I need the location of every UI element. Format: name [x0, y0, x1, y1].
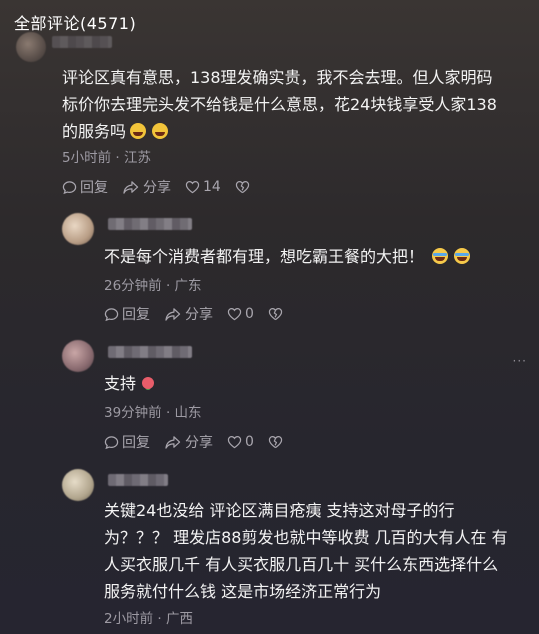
avatar[interactable] [62, 469, 94, 501]
comment-line: 的服务吗 [62, 122, 127, 141]
comment-text: 不是每个消费者都有理，想吃霸王餐的大把！ [104, 243, 471, 270]
username-blurred[interactable] [52, 36, 112, 48]
heart-icon [227, 307, 242, 321]
avatar[interactable] [62, 340, 94, 372]
reply-button[interactable]: 回复 [62, 177, 108, 197]
broken-heart-icon [268, 435, 283, 449]
comment-actions: 回复 分享 14 [62, 177, 267, 197]
grin-sweat-icon [152, 123, 169, 139]
dislike-button[interactable] [268, 307, 286, 321]
comment-text: 评论区真有意思，138理发确实贵，我不会去理。但人家明码 标价你去理完头发不给钱… [62, 64, 532, 145]
rose-icon [142, 377, 155, 389]
username-blurred[interactable] [108, 218, 192, 230]
share-icon [123, 180, 139, 194]
laugh-cry-icon [432, 248, 449, 264]
comment-line: 服务就付什么钱 这是市场经济正常行为 [104, 582, 382, 601]
reply-label: 回复 [122, 307, 150, 323]
broken-heart-icon [235, 180, 250, 194]
share-button[interactable]: 分享 [164, 432, 213, 452]
dislike-button[interactable] [268, 435, 286, 449]
comment-line: 关键24也没给 评论区满目疮痍 支持这对母子的行 [104, 501, 455, 520]
comment-line: 人买衣服几千 有人买衣服几百几十 买什么东西选择什么 [104, 555, 499, 574]
heart-icon [227, 435, 242, 449]
reply-icon [62, 180, 77, 194]
comment-line: 支持 [104, 374, 137, 393]
comment-line: 为？？？ 理发店88剪发也就中等收费 几百的大有人在 有 [104, 528, 508, 547]
share-label: 分享 [185, 307, 213, 323]
username-blurred[interactable] [108, 346, 192, 358]
reply-button[interactable]: 回复 [104, 432, 150, 452]
comment-time-location: 2小时前 · 广西 [104, 611, 193, 627]
laugh-cry-icon [454, 248, 471, 264]
comment-actions: 回复 分享 0 [104, 304, 300, 324]
share-icon [165, 435, 181, 449]
heart-icon [185, 180, 200, 194]
reply-icon [104, 435, 119, 449]
avatar[interactable] [62, 213, 94, 245]
broken-heart-icon [268, 307, 283, 321]
reply-label: 回复 [80, 180, 108, 196]
more-options-icon[interactable]: ··· [513, 354, 527, 368]
comment-line: 标价你去理完头发不给钱是什么意思，花24块钱享受人家138 [62, 95, 497, 114]
dislike-button[interactable] [235, 180, 253, 194]
like-count: 14 [203, 179, 221, 195]
share-button[interactable]: 分享 [164, 304, 213, 324]
like-count: 0 [245, 434, 254, 450]
like-button[interactable]: 0 [227, 306, 254, 322]
avatar[interactable] [16, 32, 46, 62]
comments-count-title: 全部评论(4571) [14, 14, 137, 33]
comment-line: 不是每个消费者都有理，想吃霸王餐的大把！ [104, 247, 425, 266]
like-button[interactable]: 14 [185, 179, 221, 195]
reply-button[interactable]: 回复 [104, 304, 150, 324]
comment-time-location: 26分钟前 · 广东 [104, 278, 202, 294]
share-label: 分享 [143, 180, 171, 196]
share-icon [165, 307, 181, 321]
comment-line: 评论区真有意思，138理发确实贵，我不会去理。但人家明码 [62, 68, 493, 87]
reply-label: 回复 [122, 435, 150, 451]
comment-time-location: 39分钟前 · 山东 [104, 405, 202, 421]
comment-time-location: 5小时前 · 江苏 [62, 150, 151, 166]
comment-text: 支持 [104, 370, 155, 397]
like-button[interactable]: 0 [227, 434, 254, 450]
grin-sweat-icon [130, 123, 147, 139]
username-blurred[interactable] [108, 474, 168, 486]
like-count: 0 [245, 306, 254, 322]
comment-text: 关键24也没给 评论区满目疮痍 支持这对母子的行 为？？？ 理发店88剪发也就中… [104, 497, 534, 605]
reply-icon [104, 307, 119, 321]
share-label: 分享 [185, 435, 213, 451]
share-button[interactable]: 分享 [122, 177, 171, 197]
comment-actions: 回复 分享 0 [104, 432, 300, 452]
